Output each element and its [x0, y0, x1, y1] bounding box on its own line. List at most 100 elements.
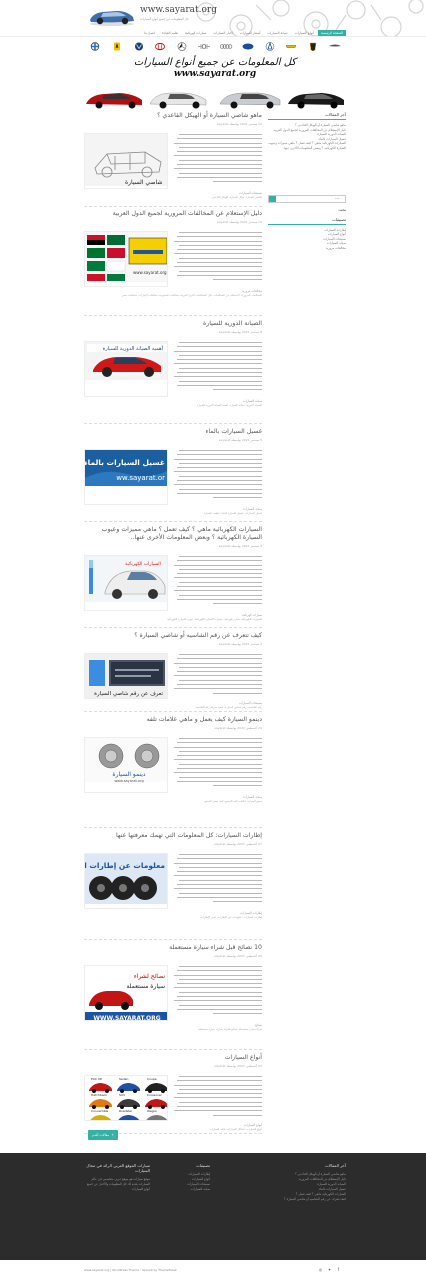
- footer-about-title: سيارات الموقع العربي الرائد في مجال السي…: [86, 1163, 150, 1173]
- nav-item[interactable]: سيارات كهربائية: [182, 30, 209, 36]
- post-tags[interactable]: الصيانة الدورية، صيانة السيارة، أهمية ال…: [84, 404, 262, 408]
- audi-logo[interactable]: [219, 42, 233, 51]
- ford-logo[interactable]: [241, 42, 255, 51]
- excerpt-line: [179, 594, 262, 596]
- more-button-label: مقالات أقدم: [91, 1133, 110, 1137]
- post-meta: 1 سبتمبر 2021 بواسطة sayarat: [218, 642, 262, 646]
- nav-item[interactable]: أسعار السيارات: [237, 30, 264, 36]
- nav-item[interactable]: صيانة السيارات: [264, 30, 290, 36]
- maserati-logo[interactable]: [263, 41, 277, 51]
- post-thumbnail[interactable]: معلومات عن إطارات السيا: [84, 853, 168, 909]
- nav-item[interactable]: تعليم القيادة: [159, 30, 181, 36]
- post-item: إطارات السيارات: كل المعلومات التي تهمك …: [84, 832, 262, 940]
- aston-martin-logo[interactable]: [328, 42, 342, 51]
- post-thumbnail[interactable]: Pick UP Sedan Coupe Hatchback SUV Crossover Co…: [84, 1075, 168, 1121]
- lamborghini-logo[interactable]: [306, 42, 320, 51]
- post-thumbnail[interactable]: نصائح لشراء سيارة مستعملة WWW.SAYARAT.ORG: [84, 965, 168, 1021]
- footer-category-link[interactable]: صيانة السيارات: [170, 1187, 210, 1192]
- site-logo-car[interactable]: [87, 5, 137, 27]
- post-tags[interactable]: رقم الشاسيه، رقم شاصي السيارة، كيفية معر…: [84, 706, 262, 710]
- post-title-link[interactable]: دينمو السيارة كيف يعمل و ماهي علامات تلف…: [84, 716, 262, 724]
- post-tags[interactable]: شراء سيارة مستعملة، نصائح لشراء سيارة، س…: [84, 1028, 262, 1032]
- post-tags[interactable]: دينمو السيارة، علامات تلف الدينمو، كيف ي…: [84, 800, 262, 804]
- facebook-icon[interactable]: f: [336, 1267, 341, 1272]
- post-title-link[interactable]: ماهو شاصي السيارة أو الهيكل القاعدي ؟: [84, 112, 262, 120]
- post-category-link[interactable]: نصائح: [255, 1023, 262, 1027]
- post-thumbnail[interactable]: السيارات الكهربائية: [84, 555, 168, 611]
- excerpt-line: [179, 488, 262, 490]
- post-category-link[interactable]: صيانة السيارات: [243, 399, 262, 403]
- nav-item[interactable]: اتصل بنا: [141, 30, 158, 36]
- excerpt-line: [176, 684, 262, 686]
- nav-item[interactable]: أخبار السيارات: [210, 30, 235, 36]
- post-thumbnail[interactable]: غسيل السيارات بالماء ww.sayarat.or: [84, 449, 168, 505]
- post-title-link[interactable]: الصيانة الدورية للسيارة: [84, 320, 262, 328]
- footer-recent-link[interactable]: كيف تتعرف عن رقم الشاسيه أو شاصي السيارة…: [236, 1197, 346, 1202]
- post-tags[interactable]: السيارات الكهربائية، سيارة كهربائية، ممي…: [84, 618, 262, 622]
- excerpt-line: [179, 1088, 262, 1090]
- post-thumbnail[interactable]: تعرف عن رقم شاصي السيارةWWW.SAYARAT.OR: [84, 653, 168, 699]
- recent-post-link[interactable]: السيارات الكهربائية ماهي ؟ كيف تعمل ؟ ما…: [268, 141, 346, 150]
- post-title-link[interactable]: غسيل السيارات بالماء: [84, 428, 262, 436]
- post-thumbnail[interactable]: دينمو السيارة www.sayarat.org: [84, 737, 168, 793]
- post-title-link[interactable]: أنواع السيارات: [84, 1054, 262, 1062]
- instagram-icon[interactable]: ◎: [318, 1267, 323, 1272]
- post-title-link[interactable]: إطارات السيارات: كل المعلومات التي تهمك …: [84, 832, 262, 840]
- excerpt-line: [179, 159, 262, 161]
- excerpt-line: [176, 236, 262, 238]
- post-meta: 10 سبتمبر 2021 بواسطة sayarat: [217, 220, 262, 224]
- nav-item[interactable]: الصفحة الرئيسية: [318, 29, 346, 36]
- post-excerpt: [172, 556, 262, 608]
- post-thumbnail[interactable]: أهمية الصيانة الدورية للسيارة: [84, 341, 168, 397]
- excerpt-line: [176, 573, 262, 575]
- post-title-link[interactable]: كيف تتعرف عن رقم الشاسيه أو شاصي السيارة…: [84, 632, 262, 640]
- post-category-link[interactable]: أنواع السيارات: [244, 1123, 262, 1127]
- excerpt-line: [176, 871, 262, 873]
- post-tags[interactable]: المخالفات المرورية، الاستعلام عن المخالف…: [84, 294, 262, 298]
- chevrolet-logo[interactable]: [284, 42, 298, 51]
- post-category-link[interactable]: صيانة السيارات: [243, 507, 262, 511]
- post-category-link[interactable]: صيانة السيارات: [243, 795, 262, 799]
- mercedes-logo[interactable]: [175, 41, 189, 51]
- excerpt-line: [173, 577, 262, 579]
- ferrari-logo[interactable]: [110, 42, 124, 51]
- excerpt-line: [179, 450, 262, 451]
- excerpt-line: [176, 164, 262, 166]
- search-placeholder: بحث ...: [334, 197, 343, 201]
- site-title[interactable]: www.sayarat.org: [140, 5, 217, 15]
- search-input[interactable]: بحث ...: [268, 194, 346, 203]
- post-category-link[interactable]: إطارات السيارات: [240, 911, 262, 915]
- bentley-logo[interactable]: [197, 42, 211, 51]
- excerpt-line: [173, 266, 262, 268]
- excerpt-line: [212, 901, 262, 903]
- toyota-logo[interactable]: [153, 42, 167, 51]
- excerpt-line: [173, 987, 262, 989]
- post-tags[interactable]: غسيل السيارات، غسيل السيارة بالماء، تنظي…: [84, 512, 262, 516]
- post-title-link[interactable]: 10 نصائح قبل شراء سيارة مستعملة: [84, 944, 262, 952]
- post-thumbnail[interactable]: شاصي السيارة: [84, 133, 168, 189]
- post-excerpt: [172, 134, 262, 186]
- post-category-link[interactable]: سيارات كهربائية: [242, 613, 262, 617]
- category-link[interactable]: مخالفات مرورية: [268, 246, 346, 251]
- bmw-logo[interactable]: [88, 41, 102, 51]
- excerpt-line: [173, 240, 262, 242]
- older-posts-button[interactable]: مقالات أقدم +: [88, 1130, 118, 1140]
- excerpt-line: [176, 359, 262, 361]
- nav-item[interactable]: أنواع السيارات: [292, 30, 317, 36]
- vw-logo[interactable]: [132, 42, 146, 51]
- post-tags[interactable]: إطارات السيارات، معلومات عن الإطارات، تغ…: [84, 916, 262, 920]
- post-tags[interactable]: شاصي السيارة، هيكل السيارة، الهيكل القاع…: [84, 196, 262, 200]
- post-category-link[interactable]: تصنيفات السيارات: [239, 191, 262, 195]
- search-submit-button[interactable]: [269, 195, 276, 202]
- post-category-link[interactable]: تصنيفات السيارات: [239, 701, 262, 705]
- excerpt-line: [179, 776, 262, 778]
- post-title-link[interactable]: السيارات الكهربائية ماهي ؟ كيف تعمل ؟ ما…: [84, 526, 262, 542]
- post-category-link[interactable]: مخالفات مرورية: [242, 289, 262, 293]
- excerpt-line: [176, 492, 262, 494]
- excerpt-line: [173, 564, 262, 566]
- post-thumbnail[interactable]: www.sayarat.org: [84, 231, 168, 287]
- twitter-icon[interactable]: ✦: [327, 1267, 332, 1272]
- footer-categories: تصنيفات إطارات السيارات أنواع السيارات تصن…: [170, 1163, 210, 1192]
- post-title-link[interactable]: دليل الإستعلام عن المخالفات المرورية لجم…: [84, 210, 262, 218]
- excerpt-line: [176, 896, 262, 898]
